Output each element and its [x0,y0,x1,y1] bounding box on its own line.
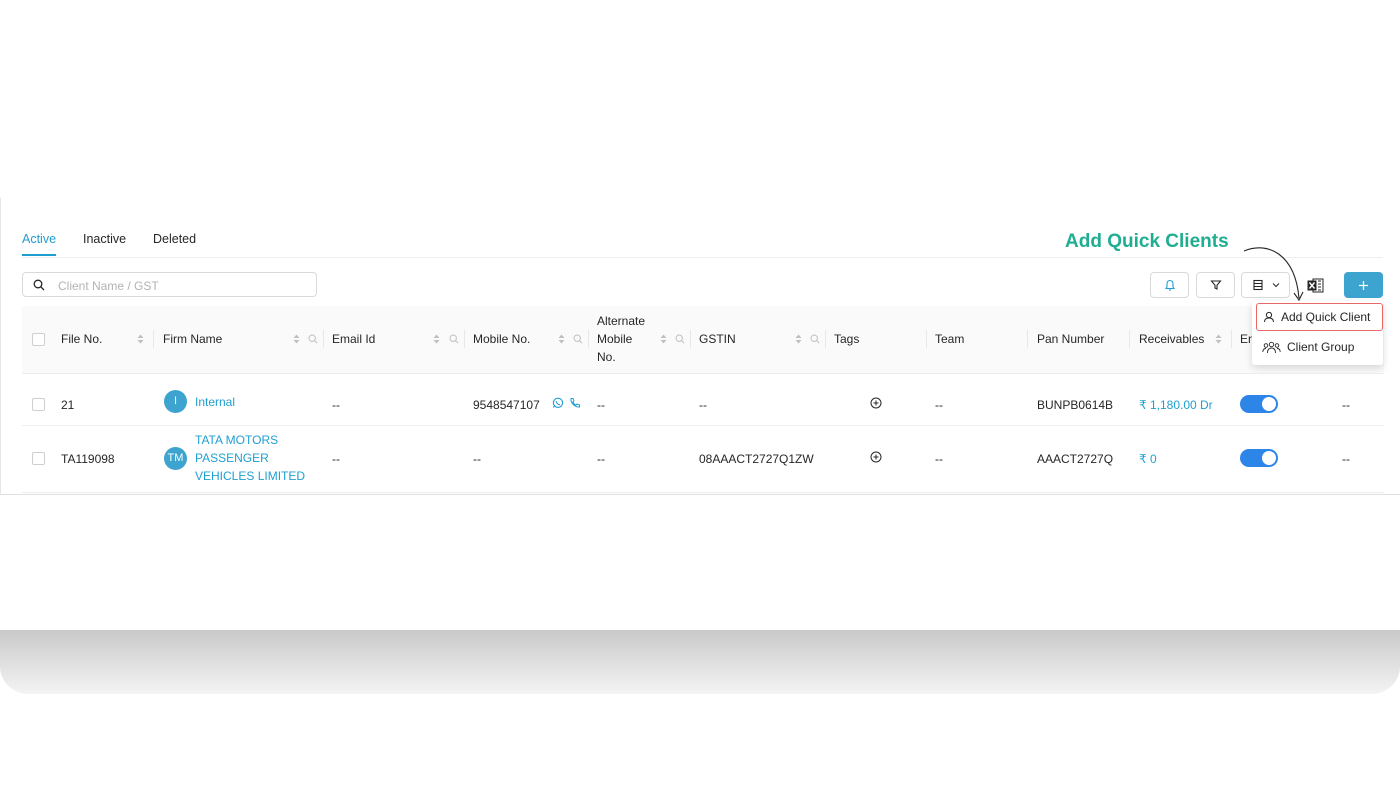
email-id: -- [332,398,340,412]
filter-button[interactable] [1196,272,1235,298]
add-client-dropdown: Add Quick Client Client Group [1252,301,1383,365]
sort-icon[interactable] [1215,334,1222,344]
firm-name-link[interactable]: Internal [195,395,235,409]
sort-icon[interactable] [558,334,565,344]
active-tab-indicator [22,254,56,256]
enable-toggle[interactable] [1240,449,1278,467]
alternate-mobile: -- [597,452,605,466]
group-icon [1262,341,1281,353]
bell-icon [1164,279,1175,291]
mobile-no: 9548547107 [473,398,540,412]
whatsapp-icon[interactable] [552,397,564,409]
pan-number: BUNPB0614B [1037,398,1114,412]
table-row[interactable]: TA119098 TM TATA MOTORS PASSENGER VEHICL… [22,426,1384,493]
filter-icon [1209,280,1222,290]
team: -- [935,398,943,412]
pan-number: AAACT2727Q [1037,452,1114,466]
avatar: TM [164,447,187,470]
sort-icon[interactable] [795,334,802,344]
search-icon[interactable] [573,334,583,344]
client-group-label: Client Group [1287,340,1355,354]
search-icon[interactable] [449,334,459,344]
header-pan-number: Pan Number [1037,332,1105,346]
firm-name-link[interactable]: PASSENGER [195,451,269,465]
search-box [22,272,317,297]
avatar: I [164,390,187,413]
enable-toggle[interactable] [1240,395,1278,413]
search-icon[interactable] [675,334,685,344]
header-receivables: Receivables [1139,332,1205,346]
client-group-item[interactable]: Client Group [1256,333,1383,361]
excel-icon[interactable] [1307,278,1324,293]
header-tags: Tags [834,332,860,346]
add-tag-icon[interactable] [870,451,882,463]
team: -- [935,452,943,466]
header-alt-mobile-line3: No. [597,350,616,364]
add-quick-client-item[interactable]: Add Quick Client [1256,303,1383,331]
receivables-link[interactable]: ₹ 0 [1139,452,1157,466]
header-alt-mobile-line2: Mobile [597,332,633,346]
add-tag-icon[interactable] [870,397,882,409]
firm-name-link[interactable]: TATA MOTORS [195,433,278,447]
row-checkbox[interactable] [32,398,45,411]
gstin: 08AAACT2727Q1ZW [699,452,814,466]
header-alt-mobile-line1: Alternate [597,314,646,328]
extra-column-value: -- [1342,398,1350,412]
sort-icon[interactable] [137,334,144,344]
search-icon[interactable] [810,334,820,344]
header-firm-name: Firm Name [163,332,223,346]
sort-icon[interactable] [660,334,667,344]
extra-column-value: -- [1342,452,1350,466]
tab-deleted[interactable]: Deleted [153,232,196,246]
select-all-checkbox[interactable] [32,333,45,346]
sort-icon[interactable] [293,334,300,344]
mobile-no: -- [473,452,481,466]
row-checkbox[interactable] [32,452,45,465]
table-header: File No. Firm Name Email Id Mobile No. A… [22,306,1384,374]
plus-icon [1359,280,1368,290]
add-client-button[interactable] [1344,272,1383,298]
table-row[interactable]: 21 I Internal -- 9548547107 -- -- -- BUN… [22,373,1384,426]
notification-button[interactable] [1150,272,1189,298]
email-id: -- [332,452,340,466]
gstin: -- [699,398,707,412]
tab-active[interactable]: Active [22,232,56,246]
receivables-link[interactable]: ₹ 1,180.00 Dr [1139,398,1213,412]
header-gstin: GSTIN [699,332,736,346]
header-mobile-no: Mobile No. [473,332,531,346]
file-no: 21 [61,398,75,412]
background-band [0,630,1400,694]
add-quick-client-label: Add Quick Client [1281,310,1371,324]
phone-icon[interactable] [569,397,581,409]
annotation-arrow-icon [1243,247,1304,302]
search-icon[interactable] [308,334,318,344]
search-input[interactable] [56,276,310,295]
search-icon [33,279,45,291]
tab-inactive[interactable]: Inactive [83,232,126,246]
header-file-no: File No. [61,332,103,346]
annotation-label: Add Quick Clients [1065,231,1229,252]
sort-icon[interactable] [433,334,440,344]
header-email-id: Email Id [332,332,376,346]
header-team: Team [935,332,965,346]
firm-name-link[interactable]: VEHICLES LIMITED [195,469,305,483]
user-icon [1264,311,1274,323]
file-no: TA119098 [61,452,115,466]
alternate-mobile: -- [597,398,605,412]
